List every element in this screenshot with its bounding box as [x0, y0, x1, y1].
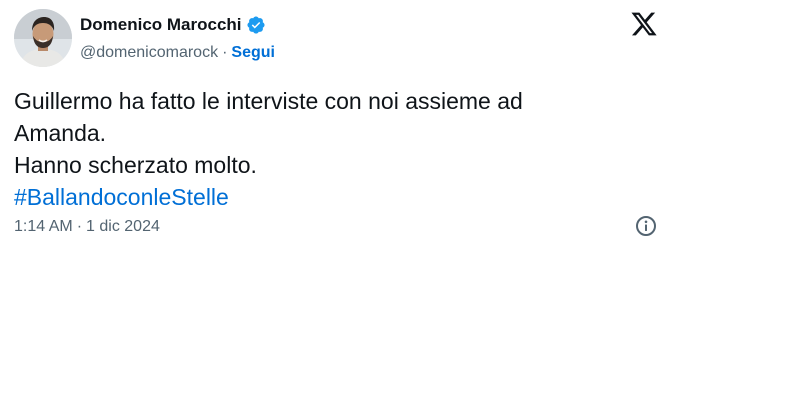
handle-separator: ·	[222, 44, 228, 61]
info-icon[interactable]	[634, 214, 658, 238]
timestamp-separator: ·	[76, 218, 83, 235]
verified-badge-icon	[246, 15, 266, 35]
tweet-date: 1 dic 2024	[86, 218, 160, 235]
avatar-image	[14, 9, 72, 67]
tweet-text-line: Hanno scherzato molto.	[14, 152, 257, 178]
tweet-time: 1:14 AM	[14, 218, 73, 235]
hashtag-link[interactable]: #BallandoconleStelle	[14, 181, 634, 213]
follow-button[interactable]: Segui	[231, 44, 275, 61]
author-handle-row: @domenicomarock · Segui	[80, 42, 275, 64]
tweet-card: Domenico Marocchi @domenicomarock · Segui …	[0, 0, 672, 250]
author-name-row: Domenico Marocchi	[80, 14, 266, 36]
tweet-text-line: Guillermo ha fatto le interviste con noi…	[14, 88, 523, 114]
tweet-text: Guillermo ha fatto le interviste con noi…	[14, 85, 634, 213]
author-handle[interactable]: @domenicomarock	[80, 44, 218, 61]
x-logo-icon[interactable]	[630, 10, 658, 38]
tweet-timestamp-row[interactable]: 1:14 AM · 1 dic 2024	[14, 216, 160, 238]
avatar[interactable]	[14, 9, 72, 67]
tweet-text-line: Amanda.	[14, 120, 107, 146]
author-display-name[interactable]: Domenico Marocchi	[80, 14, 242, 36]
